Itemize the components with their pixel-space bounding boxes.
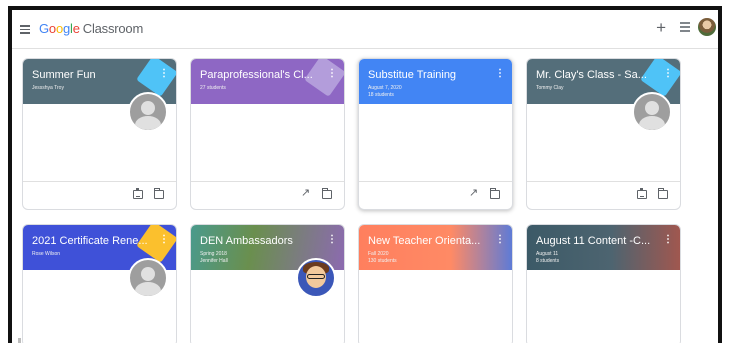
assignment-icon[interactable]: [133, 188, 143, 199]
trending-icon[interactable]: ↗: [469, 188, 479, 199]
class-detail: 8 students: [536, 258, 560, 264]
class-card[interactable]: 2021 Certificate Rene... Rose Wilson ⋮: [22, 224, 177, 343]
card-header[interactable]: Substitue Training August 7, 2020 18 stude…: [359, 59, 512, 104]
app-title: Classroom: [82, 21, 144, 36]
teacher-avatar: [128, 258, 168, 298]
card-footer: [23, 181, 176, 209]
logo-letter: o: [48, 21, 56, 36]
logo-letter: g: [62, 21, 71, 36]
more-options-icon[interactable]: ⋮: [663, 235, 673, 245]
class-detail: 18 students: [368, 92, 394, 98]
folder-icon[interactable]: [154, 188, 164, 199]
app-logo[interactable]: Google Classroom: [39, 21, 143, 36]
class-subtitle: Fall 2020: [368, 251, 389, 257]
folder-icon[interactable]: [658, 188, 668, 199]
avatar-glasses: [307, 274, 325, 279]
avatar-head: [645, 101, 659, 115]
class-title[interactable]: Substitue Training: [368, 69, 456, 81]
more-options-icon[interactable]: ⋮: [495, 235, 505, 245]
class-title[interactable]: 2021 Certificate Rene...: [32, 235, 148, 247]
class-subtitle: August 7, 2020: [368, 85, 402, 91]
class-card[interactable]: Mr. Clay's Class - Sa... Tommy Clay ⋮: [526, 58, 681, 210]
avatar-body: [135, 116, 161, 130]
more-options-icon[interactable]: ⋮: [495, 69, 505, 79]
more-options-icon[interactable]: ⋮: [327, 235, 337, 245]
avatar-head: [141, 267, 155, 281]
card-footer: ↗: [359, 181, 512, 209]
account-avatar[interactable]: [698, 18, 716, 36]
class-title[interactable]: Mr. Clay's Class - Sa...: [536, 69, 647, 81]
header-illustration: [136, 59, 176, 97]
class-title[interactable]: DEN Ambassadors: [200, 235, 293, 247]
class-card[interactable]: Substitue Training August 7, 2020 18 stude…: [358, 58, 513, 210]
class-title[interactable]: Paraprofessional's Cl...: [200, 69, 313, 81]
teacher-avatar: [128, 92, 168, 132]
card-header[interactable]: August 11 Content -C... August 11 8 studen…: [527, 225, 680, 270]
class-subtitle: August 11: [536, 251, 559, 257]
class-title[interactable]: Summer Fun: [32, 69, 96, 81]
more-options-icon[interactable]: ⋮: [327, 69, 337, 79]
logo-letter: o: [55, 21, 63, 36]
trending-icon[interactable]: ↗: [301, 188, 311, 199]
logo-letter: e: [72, 21, 80, 36]
card-footer: ↗: [191, 181, 344, 209]
avatar-body: [135, 282, 161, 296]
class-card[interactable]: August 11 Content -C... August 11 8 studen…: [526, 224, 681, 343]
more-options-icon[interactable]: ⋮: [159, 69, 169, 79]
avatar-body: [639, 116, 665, 130]
card-footer: [527, 181, 680, 209]
class-detail: Jennifer Hall: [200, 258, 228, 264]
class-title[interactable]: August 11 Content -C...: [536, 235, 650, 247]
teacher-avatar: [632, 92, 672, 132]
list-menu-icon[interactable]: [680, 22, 690, 32]
browser-frame: Google Classroom + Summer Fun Jessshya Tro…: [8, 6, 722, 343]
class-subtitle: Tommy Clay: [536, 85, 564, 91]
class-card[interactable]: Summer Fun Jessshya Troy ⋮: [22, 58, 177, 210]
class-subtitle: Jessshya Troy: [32, 85, 64, 91]
class-card[interactable]: New Teacher Orienta... Fall 2020 130 stude…: [358, 224, 513, 343]
logo-letter: G: [39, 21, 49, 36]
card-header[interactable]: Paraprofessional's Cl... 27 students ⋮: [191, 59, 344, 104]
class-card[interactable]: Paraprofessional's Cl... 27 students ⋮ ↗: [190, 58, 345, 210]
more-options-icon[interactable]: ⋮: [663, 69, 673, 79]
class-subtitle: Spring 2018: [200, 251, 227, 257]
teacher-avatar: [296, 258, 336, 298]
folder-icon[interactable]: [490, 188, 500, 199]
assignment-icon[interactable]: [637, 188, 647, 199]
scroll-marker: [18, 338, 21, 343]
class-subtitle: Rose Wilson: [32, 251, 61, 257]
card-header[interactable]: New Teacher Orienta... Fall 2020 130 stude…: [359, 225, 512, 270]
class-title[interactable]: New Teacher Orienta...: [368, 235, 480, 247]
more-options-icon[interactable]: ⋮: [159, 235, 169, 245]
hamburger-menu-icon[interactable]: [20, 25, 30, 34]
class-subtitle: 27 students: [200, 85, 226, 91]
folder-icon[interactable]: [322, 188, 332, 199]
avatar-head: [141, 101, 155, 115]
top-app-bar: Google Classroom +: [12, 10, 718, 49]
plus-icon[interactable]: +: [656, 19, 666, 36]
class-detail: 130 students: [368, 258, 397, 264]
class-card[interactable]: DEN Ambassadors Spring 2018 Jennifer Hall ⋮: [190, 224, 345, 343]
